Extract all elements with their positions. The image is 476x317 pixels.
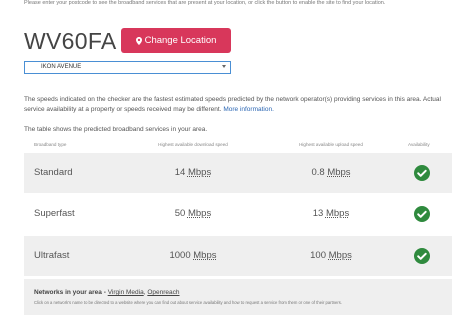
check-circle-icon — [414, 165, 430, 181]
download-speed: 50 Mbps — [174, 208, 212, 219]
caret-down-icon — [222, 65, 226, 68]
check-circle-icon — [414, 206, 430, 222]
table-intro: The table shows the predicted broadband … — [24, 126, 208, 133]
network-link-virgin-media[interactable]: Virgin Media — [108, 289, 144, 296]
download-unit: Mbps — [187, 208, 212, 219]
upload-unit: Mbps — [328, 250, 352, 261]
upload-unit: Mbps — [325, 208, 350, 219]
broadband-type: Superfast — [34, 208, 75, 219]
table-row: Ultrafast 1000 Mbps 100 Mbps — [24, 236, 452, 276]
change-location-label: Change Location — [144, 35, 217, 46]
check-circle-icon — [414, 248, 430, 264]
download-unit: Mbps — [187, 167, 212, 178]
more-information-link[interactable]: More information. — [223, 106, 274, 113]
column-header-upload: Highest available upload speed — [299, 142, 363, 147]
networks-label: Networks in your area — [34, 289, 102, 296]
column-header-type: Broadband type — [34, 142, 67, 147]
network-link-openreach[interactable]: Openreach — [147, 289, 179, 296]
intro-text: Please enter your postcode to see the br… — [24, 0, 386, 6]
address-select[interactable]: IKON AVENUE — [24, 61, 231, 74]
table-row: Standard 14 Mbps 0.8 Mbps — [24, 153, 452, 193]
upload-speed: 0.8 Mbps — [311, 167, 351, 178]
broadband-type: Standard — [34, 167, 73, 178]
broadband-type: Ultrafast — [34, 250, 70, 261]
networks-line: Networks in your area - Virgin Media, Op… — [34, 289, 180, 296]
column-header-download: Highest available download speed — [158, 142, 228, 147]
networks-panel: Networks in your area - Virgin Media, Op… — [24, 279, 452, 315]
networks-footnote: Click on a network's name to be directed… — [34, 300, 343, 305]
table-row: Superfast 50 Mbps 13 Mbps — [24, 194, 452, 234]
postcode-heading: WV60FA — [24, 28, 117, 54]
download-speed: 14 Mbps — [174, 167, 212, 178]
upload-unit: Mbps — [327, 167, 351, 178]
download-unit: Mbps — [193, 250, 217, 261]
speed-disclaimer: The speeds indicated on the checker are … — [24, 95, 454, 114]
download-speed: 1000 Mbps — [169, 250, 217, 261]
upload-speed: 13 Mbps — [312, 208, 350, 219]
column-header-availability: Availability — [408, 142, 430, 147]
upload-speed: 100 Mbps — [310, 250, 352, 261]
address-select-value: IKON AVENUE — [41, 64, 82, 70]
change-location-button[interactable]: Change Location — [121, 28, 231, 53]
map-marker-icon — [135, 36, 142, 45]
